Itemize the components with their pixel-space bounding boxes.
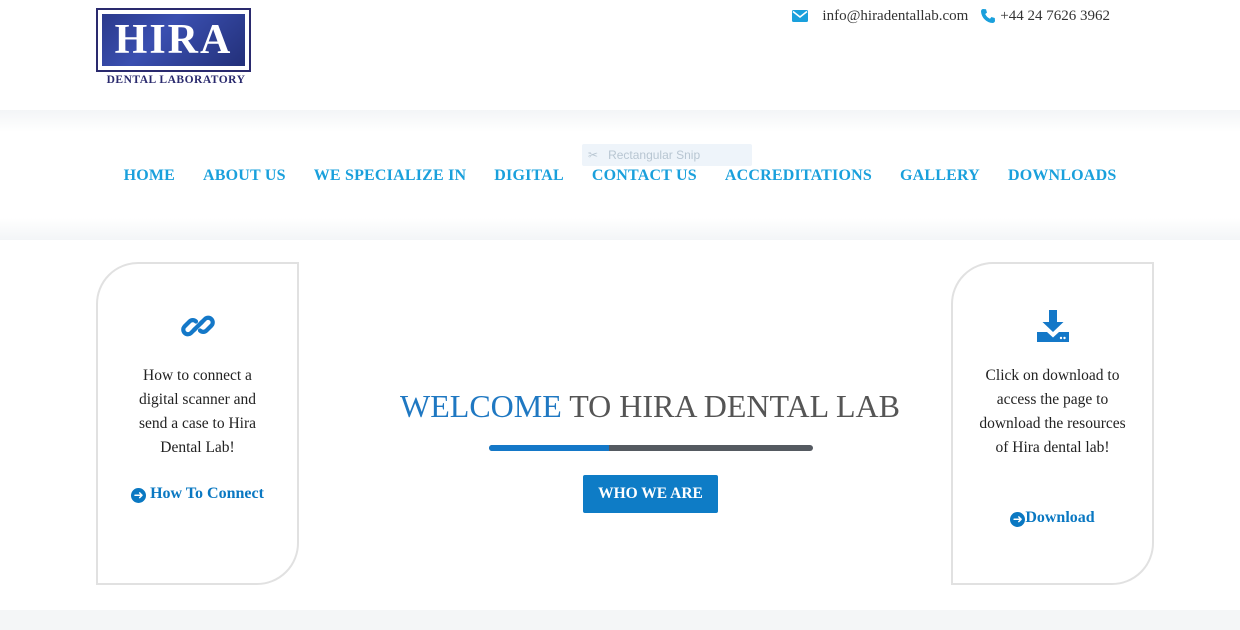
snip-overlay-label: Rectangular Snip [608,148,701,162]
envelope-icon [792,10,809,22]
contact-email[interactable]: info@hiradentallab.com [792,8,968,25]
logo[interactable]: HIRA DENTAL LABORATORY [96,8,256,86]
phone-icon [980,8,996,24]
connect-card: How to connect a digital scanner and sen… [96,262,299,585]
download-icon [953,308,1152,348]
contact-phone[interactable]: +44 24 7626 3962 [980,8,1110,25]
logo-word: HIRA [114,17,233,63]
phone-text: +44 24 7626 3962 [1000,7,1110,24]
nav-digital[interactable]: DIGITAL [494,164,564,188]
hero-divider-fill [489,445,609,451]
logo-frame: HIRA [96,8,251,72]
who-we-are-button[interactable]: WHO WE ARE [583,475,718,513]
hero-divider-bar [489,445,813,451]
download-link[interactable]: ➜ Download [963,506,1142,530]
nav-contact-us[interactable]: CONTACT US [592,164,697,188]
nav-we-specialize-in[interactable]: WE SPECIALIZE IN [314,164,467,188]
download-card-text: Click on download to access the page to … [979,367,1126,456]
main-nav: HOME ABOUT US WE SPECIALIZE IN DIGITAL C… [0,164,1240,188]
nav-downloads[interactable]: DOWNLOADS [1008,164,1116,188]
arrow-circle-right-icon: ➜ [1010,512,1026,527]
how-to-connect-label: How To Connect [150,485,264,502]
scissors-icon: ✂ [588,148,599,162]
download-card: Click on download to access the page to … [951,262,1154,585]
nav-gallery[interactable]: GALLERY [900,164,980,188]
logo-panel: HIRA [100,12,247,68]
connect-card-text: How to connect a digital scanner and sen… [138,367,257,456]
contact-bar: info@hiradentallab.com +44 24 7626 3962 [792,6,1110,26]
hero-title-highlight: WELCOME [400,388,562,424]
nav-home[interactable]: HOME [124,164,175,188]
hero-title: WELCOME TO HIRA DENTAL LAB [330,386,970,426]
how-to-connect-link[interactable]: ➜ How To Connect [108,482,287,506]
arrow-circle-right-icon: ➜ [131,488,147,503]
footer-strip [0,610,1240,630]
email-text: info@hiradentallab.com [822,7,969,24]
hero-title-rest: TO HIRA DENTAL LAB [569,388,900,424]
chain-link-icon [98,308,297,348]
download-label: Download [1025,509,1095,526]
snip-overlay[interactable]: ✂ Rectangular Snip [582,144,752,166]
nav-about-us[interactable]: ABOUT US [203,164,286,188]
logo-subtitle: DENTAL LABORATORY [106,74,246,86]
nav-accreditations[interactable]: ACCREDITATIONS [725,164,872,188]
